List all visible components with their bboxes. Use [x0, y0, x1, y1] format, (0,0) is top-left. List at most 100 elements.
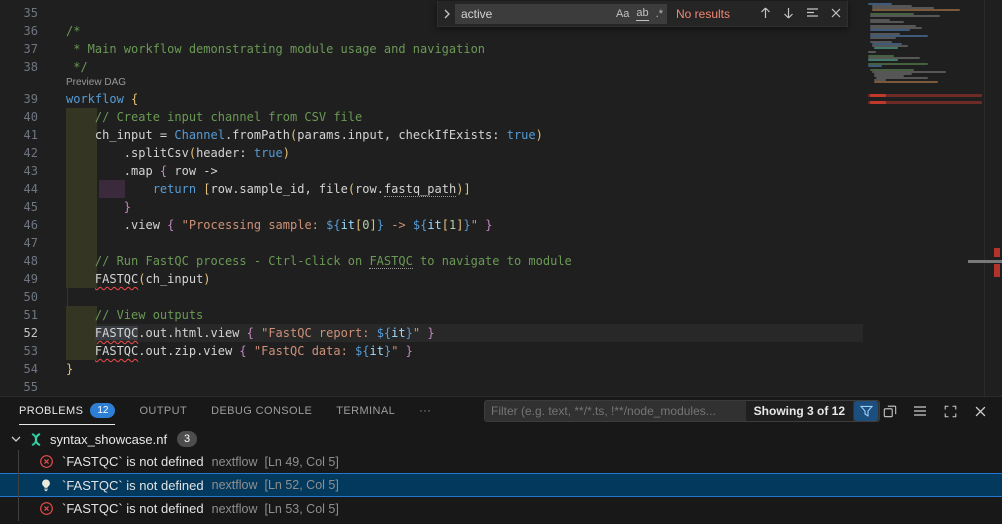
- problem-position: [Ln 52, Col 5]: [264, 478, 338, 492]
- line-number[interactable]: 36: [0, 22, 38, 40]
- code-line-50[interactable]: 50: [0, 288, 1002, 306]
- code-text: // View outputs: [66, 306, 203, 324]
- codelens-preview-dag[interactable]: Preview DAG: [0, 76, 1002, 90]
- code-line-37[interactable]: 37 * Main workflow demonstrating module …: [0, 40, 1002, 58]
- problem-message: `FASTQC` is not defined: [62, 501, 204, 516]
- code-line-38[interactable]: 38 */: [0, 58, 1002, 76]
- error-marker: [994, 248, 1000, 257]
- filter-icon[interactable]: [854, 401, 878, 421]
- code-text: // Run FastQC process - Ctrl-click on FA…: [66, 252, 572, 270]
- overview-ruler[interactable]: [984, 0, 1002, 396]
- view-as-table-icon[interactable]: [912, 403, 928, 419]
- code-line-41[interactable]: 41 ch_input = Channel.fromPath(params.in…: [0, 126, 1002, 144]
- close-panel-icon[interactable]: [972, 403, 988, 419]
- code-text: // Create input channel from CSV file: [66, 108, 362, 126]
- next-match-icon[interactable]: [783, 7, 794, 21]
- file-group-row[interactable]: syntax_showcase.nf 3: [0, 428, 1002, 450]
- line-number[interactable]: 40: [0, 108, 38, 126]
- minimap[interactable]: [866, 0, 985, 396]
- match-case-icon[interactable]: Aa: [616, 7, 629, 21]
- problem-source: nextflow: [212, 478, 258, 492]
- line-number[interactable]: 50: [0, 288, 38, 306]
- line-number[interactable]: 42: [0, 144, 38, 162]
- code-line-53[interactable]: 53 FASTQC.out.zip.view { "FastQC data: $…: [0, 342, 1002, 360]
- find-results-count: No results: [676, 7, 730, 21]
- code-line-42[interactable]: 42 .splitCsv(header: true): [0, 144, 1002, 162]
- code-line-55[interactable]: 55: [0, 378, 1002, 396]
- line-number[interactable]: 38: [0, 58, 38, 76]
- indent-highlight: [66, 234, 97, 252]
- code-line-39[interactable]: 39 workflow {: [0, 90, 1002, 108]
- tab-problems[interactable]: PROBLEMS12: [19, 398, 115, 425]
- maximize-panel-icon[interactable]: [942, 403, 958, 419]
- previous-match-icon[interactable]: [760, 7, 771, 21]
- code-line-44[interactable]: 44 return [row.sample_id, file(row.fastq…: [0, 180, 1002, 198]
- code-lines: 3536 /*37 * Main workflow demonstrating m…: [0, 4, 1002, 396]
- line-number[interactable]: 39: [0, 90, 38, 108]
- collapse-all-icon[interactable]: [882, 403, 898, 419]
- toggle-replace-icon[interactable]: [438, 1, 455, 26]
- code-text: /*: [66, 22, 80, 40]
- line-number[interactable]: 43: [0, 162, 38, 180]
- code-text: .splitCsv(header: true): [66, 144, 290, 162]
- code-editor[interactable]: 3536 /*37 * Main workflow demonstrating m…: [0, 0, 1002, 396]
- whole-word-icon[interactable]: ab: [636, 6, 648, 21]
- line-number[interactable]: 51: [0, 306, 38, 324]
- line-number[interactable]: 46: [0, 216, 38, 234]
- line-number[interactable]: 44: [0, 180, 38, 198]
- panel-header: PROBLEMS12 OUTPUT DEBUG CONSOLE TERMINAL ···…: [0, 397, 1002, 425]
- line-number[interactable]: 48: [0, 252, 38, 270]
- close-find-icon[interactable]: [831, 7, 841, 20]
- tab-terminal[interactable]: TERMINAL: [336, 398, 395, 425]
- more-tabs-icon[interactable]: ···: [419, 398, 431, 425]
- code-line-40[interactable]: 40 // Create input channel from CSV file: [0, 108, 1002, 126]
- panel-actions: [882, 397, 988, 425]
- code-line-48[interactable]: 48 // Run FastQC process - Ctrl-click on…: [0, 252, 1002, 270]
- regex-icon[interactable]: .*: [656, 7, 663, 21]
- line-number[interactable]: 37: [0, 40, 38, 58]
- problem-position: [Ln 49, Col 5]: [264, 455, 338, 469]
- problems-panel: PROBLEMS12 OUTPUT DEBUG CONSOLE TERMINAL ···…: [0, 396, 1002, 524]
- code-text: }: [66, 360, 73, 378]
- code-line-43[interactable]: 43 .map { row ->: [0, 162, 1002, 180]
- code-line-46[interactable]: 46 .view { "Processing sample: ${it[0]} …: [0, 216, 1002, 234]
- file-name: syntax_showcase.nf: [50, 432, 167, 447]
- problem-row[interactable]: `FASTQC` is not definednextflow[Ln 53, C…: [0, 497, 1002, 520]
- chevron-down-icon[interactable]: [8, 431, 24, 447]
- line-number[interactable]: 55: [0, 378, 38, 396]
- find-widget: Aa ab .* No results: [437, 1, 848, 27]
- line-number[interactable]: 41: [0, 126, 38, 144]
- find-input[interactable]: [461, 7, 609, 21]
- code-line-49[interactable]: 49 FASTQC(ch_input): [0, 270, 1002, 288]
- tab-output[interactable]: OUTPUT: [139, 398, 187, 425]
- find-in-selection-icon[interactable]: [806, 7, 819, 20]
- line-number[interactable]: 35: [0, 4, 38, 22]
- line-number[interactable]: 49: [0, 270, 38, 288]
- tab-debug-console[interactable]: DEBUG CONSOLE: [211, 398, 312, 425]
- code-line-47[interactable]: 47: [0, 234, 1002, 252]
- problem-row[interactable]: `FASTQC` is not definednextflow[Ln 49, C…: [0, 450, 1002, 473]
- code-text: ch_input = Channel.fromPath(params.input…: [66, 126, 543, 144]
- line-number[interactable]: 53: [0, 342, 38, 360]
- problem-message: `FASTQC` is not defined: [62, 478, 204, 493]
- code-text: return [row.sample_id, file(row.fastq_pa…: [66, 180, 471, 198]
- tree-indent-guide: [18, 450, 19, 521]
- code-line-51[interactable]: 51 // View outputs: [0, 306, 1002, 324]
- filter-showing-badge: Showing 3 of 12: [746, 401, 853, 421]
- line-number[interactable]: 45: [0, 198, 38, 216]
- code-line-45[interactable]: 45 }: [0, 198, 1002, 216]
- code-line-52[interactable]: 52 FASTQC.out.html.view { "FastQC report…: [0, 324, 1002, 342]
- line-number[interactable]: 52: [0, 324, 38, 342]
- problem-row[interactable]: `FASTQC` is not defined nextflow [Ln 52, C…: [0, 473, 1002, 497]
- panel-tabs: PROBLEMS12 OUTPUT DEBUG CONSOLE TERMINAL ···: [0, 397, 431, 425]
- filter-input[interactable]: [485, 404, 746, 418]
- code-text: FASTQC.out.html.view { "FastQC report: $…: [66, 324, 435, 342]
- code-line-54[interactable]: 54}: [0, 360, 1002, 378]
- code-text: .view { "Processing sample: ${it[0]} -> …: [66, 216, 492, 234]
- line-number[interactable]: 54: [0, 360, 38, 378]
- error-icon: [38, 501, 54, 517]
- code-text: */: [66, 58, 88, 76]
- line-number[interactable]: 47: [0, 234, 38, 252]
- code-text: workflow {: [66, 90, 138, 108]
- lightbulb-icon: [38, 477, 54, 493]
